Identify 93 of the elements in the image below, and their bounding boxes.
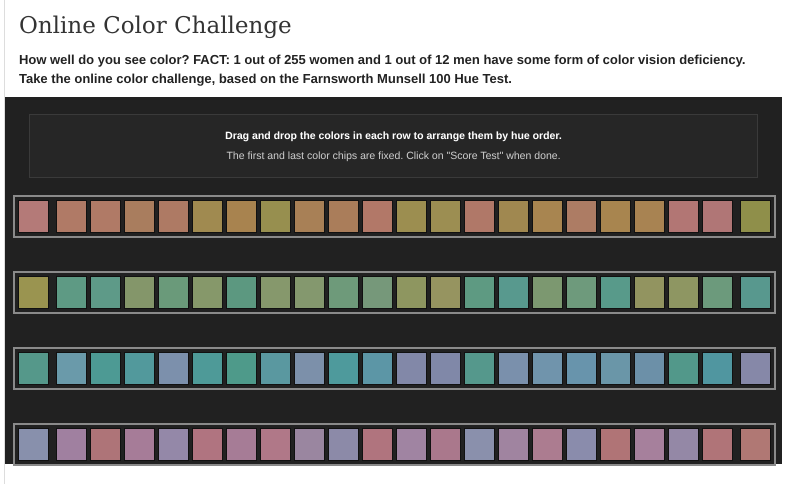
color-chip[interactable] (740, 352, 771, 385)
color-chip[interactable] (600, 352, 631, 385)
color-chip[interactable] (532, 428, 563, 461)
color-chip[interactable] (158, 276, 189, 309)
color-chip[interactable] (124, 200, 155, 233)
page-title: Online Color Challenge (18, 12, 293, 40)
color-chip[interactable] (158, 352, 189, 385)
color-chip[interactable] (702, 428, 733, 461)
color-chip[interactable] (464, 276, 495, 309)
color-chip[interactable] (532, 276, 563, 309)
color-chip[interactable] (430, 428, 461, 461)
color-chip[interactable] (18, 200, 49, 233)
color-chip[interactable] (532, 352, 563, 385)
color-chip[interactable] (600, 428, 631, 461)
color-chip[interactable] (192, 200, 223, 233)
color-chip[interactable] (498, 276, 529, 309)
color-chip[interactable] (362, 428, 393, 461)
color-chip[interactable] (702, 352, 733, 385)
color-chip[interactable] (192, 352, 223, 385)
color-chip[interactable] (362, 352, 393, 385)
intro-text: Take the online color challenge, based on the Farnsworth Munsell 100 Hue Test. (18, 70, 513, 88)
color-chip[interactable] (634, 352, 665, 385)
color-chip[interactable] (90, 428, 121, 461)
color-chip[interactable] (566, 200, 597, 233)
color-chip[interactable] (294, 352, 325, 385)
color-chip[interactable] (260, 428, 291, 461)
color-chip[interactable] (740, 200, 771, 233)
color-chip[interactable] (464, 428, 495, 461)
color-chip[interactable] (464, 200, 495, 233)
color-chip[interactable] (328, 200, 359, 233)
color-chip[interactable] (328, 276, 359, 309)
color-chip[interactable] (362, 200, 393, 233)
color-chip[interactable] (634, 428, 665, 461)
color-chip[interactable] (396, 276, 427, 309)
color-chip[interactable] (600, 276, 631, 309)
color-chip[interactable] (634, 200, 665, 233)
color-chip[interactable] (18, 276, 49, 309)
color-chip[interactable] (56, 276, 87, 309)
instructions-note: The first and last color chips are fixed. Click on "Score Test" when done. (226, 150, 561, 162)
color-chip[interactable] (90, 276, 121, 309)
color-chip[interactable] (396, 428, 427, 461)
color-chip[interactable] (56, 428, 87, 461)
color-chip[interactable] (124, 352, 155, 385)
color-chip[interactable] (430, 200, 461, 233)
color-chip[interactable] (124, 428, 155, 461)
color-chip[interactable] (702, 200, 733, 233)
color-chip[interactable] (294, 200, 325, 233)
color-chip[interactable] (430, 352, 461, 385)
color-chip[interactable] (498, 200, 529, 233)
color-chip[interactable] (18, 428, 49, 461)
color-chip[interactable] (740, 428, 771, 461)
color-chip[interactable] (18, 352, 49, 385)
color-chip[interactable] (464, 352, 495, 385)
color-chip[interactable] (124, 276, 155, 309)
color-chip[interactable] (498, 428, 529, 461)
color-chip[interactable] (294, 276, 325, 309)
color-chip[interactable] (668, 352, 699, 385)
color-chip[interactable] (158, 428, 189, 461)
color-chip[interactable] (56, 352, 87, 385)
color-chip[interactable] (328, 352, 359, 385)
intro-text: How well do you see color? FACT: 1 out of 255 women and 1 out of 12 men have some form of color vision deficiency. (18, 51, 746, 69)
color-chip[interactable] (192, 428, 223, 461)
color-chip[interactable] (498, 352, 529, 385)
color-chip[interactable] (260, 352, 291, 385)
color-chip[interactable] (226, 428, 257, 461)
color-chip[interactable] (90, 200, 121, 233)
color-chip[interactable] (226, 352, 257, 385)
color-chip[interactable] (90, 352, 121, 385)
color-chip[interactable] (362, 276, 393, 309)
color-chip[interactable] (702, 276, 733, 309)
color-chip[interactable] (740, 276, 771, 309)
color-chip[interactable] (668, 276, 699, 309)
color-chip[interactable] (566, 352, 597, 385)
color-chip[interactable] (668, 428, 699, 461)
color-chip[interactable] (260, 200, 291, 233)
color-chip[interactable] (226, 200, 257, 233)
color-chip[interactable] (158, 200, 189, 233)
color-chip[interactable] (396, 352, 427, 385)
color-chip[interactable] (668, 200, 699, 233)
color-chip[interactable] (566, 428, 597, 461)
color-chip[interactable] (294, 428, 325, 461)
color-chip[interactable] (192, 276, 223, 309)
color-chip[interactable] (260, 276, 291, 309)
color-chip[interactable] (532, 200, 563, 233)
instructions-heading: Drag and drop the colors in each row to arrange them by hue order. (225, 130, 562, 142)
color-chip[interactable] (430, 276, 461, 309)
color-chip[interactable] (600, 200, 631, 233)
color-chip[interactable] (396, 200, 427, 233)
color-chip[interactable] (226, 276, 257, 309)
color-chip[interactable] (56, 200, 87, 233)
color-chip[interactable] (566, 276, 597, 309)
color-chip[interactable] (634, 276, 665, 309)
color-chip[interactable] (328, 428, 359, 461)
